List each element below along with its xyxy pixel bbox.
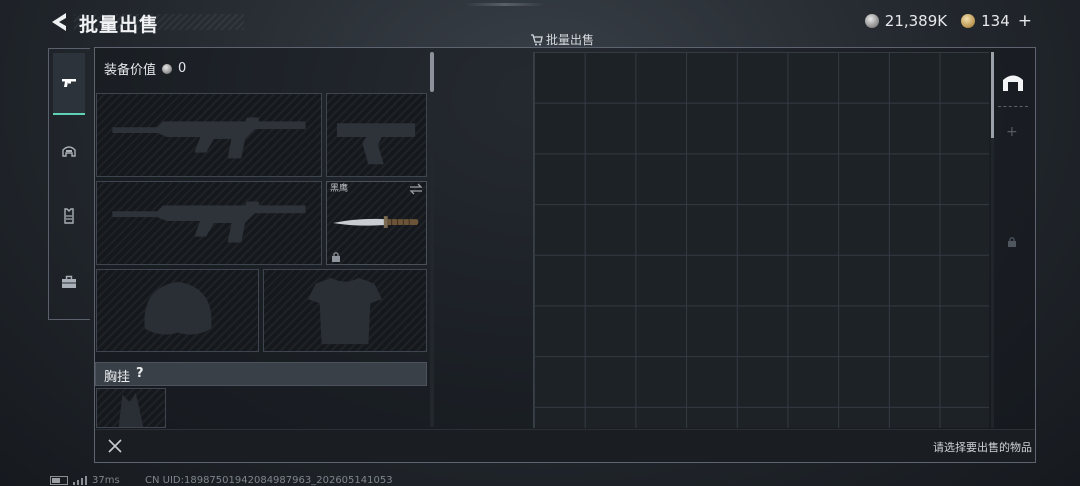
page-title: 批量出售 [79,14,160,36]
divider [998,106,1028,107]
gun-icon [62,79,76,87]
secondary-weapon-slot[interactable] [96,181,322,265]
primary-weapon-slot[interactable] [96,93,322,177]
tab-weapons[interactable] [53,53,85,115]
chest-rig-slot[interactable] [96,388,166,428]
add-currency-button[interactable]: + [1018,11,1032,31]
silver-coin-icon [162,63,173,74]
armor-slot[interactable] [263,269,427,352]
chest-rig-label: 胸挂 [104,370,131,385]
user-id: CN UID:1898750194208498796​3_20260514105… [145,475,393,486]
pistol-silhouette-icon [336,123,416,165]
back-arrow-icon[interactable] [48,10,70,34]
briefcase-icon [62,275,76,288]
melee-weapon-name: 黑鹰 [330,184,349,194]
stash-tab[interactable] [997,62,1029,102]
category-tabs [48,48,90,320]
battery-level [52,478,60,483]
rifle-silhouette-icon [112,117,306,159]
frame-label: 批量出售 [530,31,594,48]
pistol-slot[interactable] [326,93,427,177]
equipment-value-label: 装备价值 [104,63,157,78]
rifle-silhouette-icon [112,201,306,243]
sell-grid[interactable] [533,52,989,428]
silver-coin-icon [864,14,879,28]
gold-balance: 134 [981,12,1010,30]
vest-icon [64,208,74,224]
equipment-scrollbar[interactable] [430,51,434,427]
action-bar [95,429,1035,462]
top-decoration [465,3,545,6]
close-icon[interactable] [105,436,125,456]
select-items-hint: 请选择要出售的物品 [933,441,1032,454]
stash-icon [1003,75,1023,91]
equipment-value-amount: 0 [178,61,187,76]
tab-backpack[interactable] [53,251,85,313]
lock-icon [332,252,340,262]
helmet-silhouette-icon [144,281,212,335]
ping-readout: 37ms [92,475,120,486]
gold-coin-icon [961,14,976,28]
chest-rig-silhouette-icon [118,392,144,427]
helmet-icon [62,146,76,157]
cart-icon [531,33,543,45]
helmet-slot[interactable] [96,269,259,352]
silver-balance: 21,389K [884,12,948,30]
chest-rig-header [95,362,427,386]
add-stash-button[interactable]: + [1006,124,1018,140]
equipment-value: 装备价值 0 [104,59,186,78]
lock-icon [1008,237,1016,247]
signal-icon [73,476,87,485]
tab-helmet[interactable] [53,121,85,183]
grid-scrollbar-thumb[interactable] [991,52,994,138]
armor-silhouette-icon [307,277,383,345]
tab-vest[interactable] [53,185,85,247]
swap-icon[interactable] [409,183,423,195]
equipment-scrollbar-thumb[interactable] [430,52,434,92]
currency-display: 21,389K 134 + [864,11,1032,31]
chest-rig-help-button[interactable]: ? [136,366,144,381]
frame-label-text: 批量出售 [546,33,595,47]
